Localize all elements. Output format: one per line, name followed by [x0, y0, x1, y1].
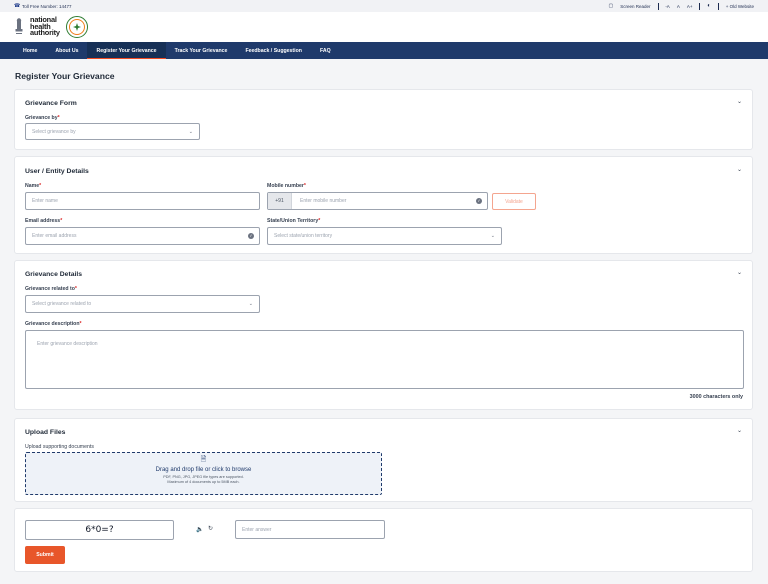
chevron-down-icon: ⌄: [490, 233, 495, 239]
chevron-down-icon[interactable]: ⌄: [737, 166, 742, 173]
nav-track-grievance[interactable]: Track Your Grievance: [166, 42, 237, 59]
screen-reader-link[interactable]: Screen Reader: [620, 4, 650, 9]
validate-button[interactable]: Validate: [492, 193, 536, 210]
nav-register-grievance[interactable]: Register Your Grievance: [87, 42, 166, 59]
grievance-description-textarea[interactable]: Enter grievance description: [25, 330, 744, 389]
grievance-by-label: Grievance by*: [25, 115, 60, 121]
section-title: User / Entity Details: [25, 168, 89, 175]
refresh-captcha-icon[interactable]: ↻: [208, 525, 213, 532]
grievance-details-card: Grievance Details ⌄ Grievance related to…: [14, 260, 753, 410]
country-code-prefix: +91: [268, 193, 292, 209]
captcha-answer-input[interactable]: Enter answer: [235, 520, 385, 539]
font-decrease-button[interactable]: -A: [665, 4, 670, 9]
nav-feedback[interactable]: Feedback / Suggestion: [236, 42, 311, 59]
chevron-down-icon[interactable]: ⌄: [737, 98, 742, 105]
section-title: Upload Files: [25, 429, 66, 436]
toll-free-number: Toll Free Number: 14477: [22, 3, 72, 9]
font-increase-button[interactable]: A+: [687, 4, 693, 9]
email-input[interactable]: Enter email address ✓: [25, 227, 260, 245]
user-details-card: User / Entity Details ⌄ Name* Enter name…: [14, 156, 753, 254]
chevron-down-icon: ⌄: [188, 128, 193, 135]
upload-files-card: Upload Files ⌄ Upload supporting documen…: [14, 418, 753, 502]
character-limit-text: 3000 characters only: [689, 394, 743, 400]
grievance-form-card: Grievance Form ⌄ Grievance by* Select gr…: [14, 89, 753, 150]
dropzone-hint: PDF, PNG, JPG, JPEG file types are suppo…: [163, 475, 244, 484]
state-label: State/Union Territory*: [267, 218, 321, 224]
mobile-label: Mobile number*: [267, 183, 306, 189]
document-upload-icon: 🗎: [200, 456, 207, 463]
divider: [717, 2, 719, 10]
grievance-by-select[interactable]: Select grievance by ⌄: [25, 123, 200, 140]
chevron-down-icon[interactable]: ⌄: [737, 269, 742, 276]
nha-seal-icon: [65, 16, 88, 38]
nav-faq[interactable]: FAQ: [311, 42, 340, 59]
national-emblem-icon: [14, 17, 24, 37]
name-input[interactable]: Enter name: [25, 192, 260, 210]
phone-icon: ☎: [14, 2, 21, 9]
dropzone-text: Drag and drop file or click to browse: [155, 467, 252, 473]
font-normal-button[interactable]: A: [677, 4, 680, 9]
captcha-card: 6*0=? 🔈 ↻ Enter answer Submit: [14, 508, 753, 572]
name-label: Name*: [25, 183, 42, 189]
site-header: national health authority: [0, 12, 768, 42]
nav-about-us[interactable]: About Us: [46, 42, 87, 59]
utility-bar: ☎ Toll Free Number: 14477 ▢ Screen Reade…: [0, 0, 768, 12]
nav-home[interactable]: Home: [14, 42, 46, 59]
file-dropzone[interactable]: 🗎 Drag and drop file or click to browse …: [25, 452, 382, 495]
old-website-link[interactable]: + Old Website: [726, 4, 754, 9]
check-circle-icon: ✓: [476, 198, 482, 204]
upload-label: Upload supporting documents: [25, 444, 94, 450]
page-title: Register Your Grievance: [15, 71, 115, 81]
audio-captcha-icon[interactable]: 🔈: [196, 526, 203, 533]
grievance-description-label: Grievance description*: [25, 321, 82, 327]
divider: [657, 2, 659, 10]
section-title: Grievance Details: [25, 271, 83, 278]
contrast-toggle-icon[interactable]: ◐: [707, 3, 711, 9]
grievance-related-select[interactable]: Select grievance related to ⌄: [25, 295, 260, 313]
screen-reader-icon[interactable]: ▢: [609, 3, 614, 9]
divider: [699, 2, 701, 10]
captcha-image: 6*0=?: [25, 520, 174, 540]
submit-button[interactable]: Submit: [25, 546, 65, 564]
grievance-related-label: Grievance related to*: [25, 286, 77, 292]
mobile-input[interactable]: +91 Enter mobile number ✓: [267, 192, 488, 210]
state-select[interactable]: Select state/union territory ⌄: [267, 227, 502, 245]
check-circle-icon: ✓: [248, 233, 254, 239]
email-label: Email address*: [25, 218, 63, 224]
main-nav: Home About Us Register Your Grievance Tr…: [0, 42, 768, 59]
nha-logo-text[interactable]: national health authority: [30, 16, 60, 37]
chevron-down-icon: ⌄: [248, 301, 253, 307]
section-title: Grievance Form: [25, 100, 77, 107]
chevron-down-icon[interactable]: ⌄: [737, 427, 742, 434]
